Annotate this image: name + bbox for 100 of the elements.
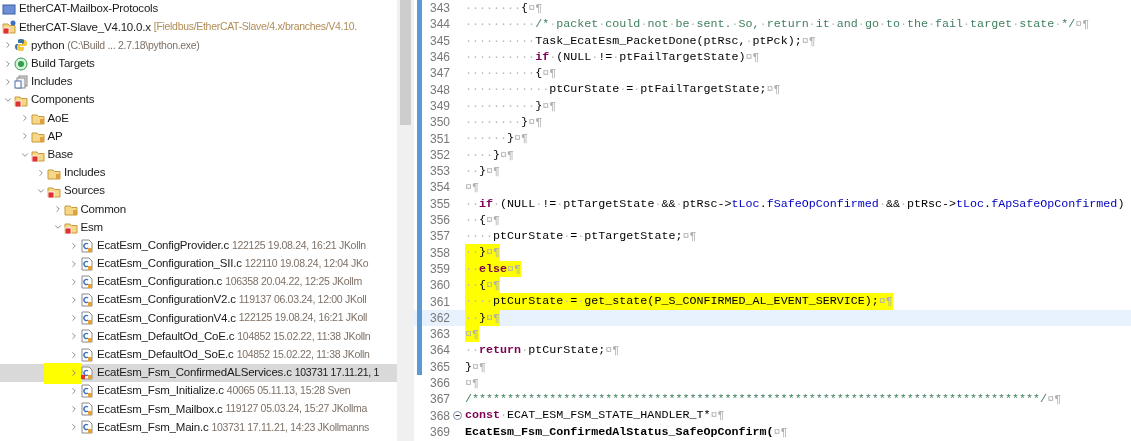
tree-item[interactable]: EcatEsm_ConfigProvider.c 122125 19.08.24, 16:21 JKolln — [0, 236, 397, 255]
chevron-right-icon[interactable] — [69, 367, 79, 378]
chevron-right-icon[interactable] — [69, 258, 79, 269]
target-icon — [14, 56, 28, 71]
line-number: 345 — [428, 32, 450, 50]
code-line: ··········/*·packet·could·not·be·sent.·So,·return·it·and·go·to·the·fail·target·state·*/¤¶ — [465, 16, 1090, 33]
tree-item[interactable]: python (C:\Build ... 2.7.18\python.exe) — [0, 36, 397, 55]
tree-item[interactable]: EcatEsm_Configuration.c 106358 20.04.22, 12:25 JKollm — [0, 272, 397, 291]
line-number: 343 — [428, 0, 450, 18]
code-line: ··if·(NULL·!=·ptTargetState·&&·ptRsc->tLoc.fSafeOpConfirmed·&&·ptRsc->tLoc.fApSafeOpConfirmed) — [465, 195, 1125, 212]
line-number: 353 — [428, 163, 450, 181]
chevron-right-icon[interactable] — [69, 295, 79, 306]
tree-item[interactable]: EcatEsm_Fsm_Main.c 103731 17.11.21, 14:23 JKollmanns — [0, 418, 397, 437]
file-icon — [80, 293, 94, 308]
chevron-right-icon[interactable] — [69, 313, 79, 324]
tree-item-label: EcatEsm_Fsm_Main.c — [97, 419, 209, 435]
code-line: ··}¤¶ — [465, 162, 501, 180]
line-number: 361 — [428, 293, 450, 311]
file-icon — [80, 329, 94, 344]
tree-item-label: Includes — [64, 165, 106, 181]
chevron-right-icon[interactable] — [3, 58, 13, 69]
chevron-right-icon[interactable] — [69, 386, 79, 397]
python-icon — [14, 38, 28, 53]
tree-item-label: python — [31, 37, 65, 53]
tree-item[interactable]: Base — [0, 145, 397, 164]
scrollbar[interactable] — [397, 0, 414, 441]
chevron-right-icon[interactable] — [69, 276, 79, 287]
tree-item[interactable]: Includes — [0, 163, 397, 182]
tree-item[interactable]: AP — [0, 127, 397, 146]
tree-item[interactable]: EcatEsm_ConfigurationV4.c 122125 19.08.24, 16:21 JKoll — [0, 309, 397, 328]
chevron-right-icon[interactable] — [69, 349, 79, 360]
chevron-right-icon[interactable] — [69, 404, 79, 415]
line-number: 366 — [428, 375, 450, 392]
tree-item[interactable]: EcatEsm_ConfigurationV2.c 119137 06.03.24, 12:00 JKoll — [0, 291, 397, 310]
line-number: 351 — [428, 130, 450, 148]
tree-item[interactable]: EtherCAT-Mailbox-Protocols — [0, 0, 397, 19]
code-line: ············ptCurState·=·ptFailTargetState;¤¶ — [465, 81, 781, 98]
tree-item[interactable]: Build Targets — [0, 54, 397, 73]
tree-item[interactable]: Includes — [0, 72, 397, 91]
line-number: 348 — [428, 81, 450, 99]
tree-item[interactable]: Common — [0, 200, 397, 219]
tree-item[interactable]: Esm — [0, 218, 397, 237]
tree-item-info: (C:\Build ... 2.7.18\python.exe) — [67, 37, 200, 53]
collapse-icon[interactable] — [453, 411, 462, 421]
tree-item-label: EcatEsm_Fsm_ConfirmedALServices.c — [97, 365, 292, 381]
line-number: 365 — [428, 358, 450, 376]
tree-item-label: Esm — [80, 219, 103, 235]
tree-item[interactable]: EcatEsm_Fsm_Mailbox.c 119127 05.03.24, 15:27 JKollma — [0, 400, 397, 419]
code-line: ····}¤¶ — [465, 146, 515, 163]
tree-item[interactable]: AoE — [0, 109, 397, 128]
chevron-right-icon[interactable] — [3, 76, 13, 87]
code-line: ··return·ptCurState;¤¶ — [465, 342, 620, 359]
tree-item[interactable]: EtherCAT-Slave_V4.10.0.x [Fieldbus/EtherCAT-Slave/4.x/branches/V4.10. — [0, 18, 397, 37]
line-number: 360 — [428, 277, 450, 295]
code-line: ······}¤¶ — [465, 130, 529, 147]
tree-item-label: EcatEsm_DefaultOd_CoE.c — [97, 328, 235, 344]
tree-item[interactable]: Components — [0, 90, 397, 110]
code-line: ··········}¤¶ — [465, 97, 557, 115]
tree-item[interactable]: EcatEsm_Fsm_ConfirmedALServices.c 103731 17.11.21, 1 — [0, 363, 397, 382]
tree-item-label: Build Targets — [31, 56, 95, 72]
line-number: 347 — [428, 65, 450, 83]
line-number: 355 — [428, 195, 450, 213]
chevron-right-icon[interactable] — [3, 40, 13, 51]
line-number: 359 — [428, 260, 450, 278]
file-icon — [80, 402, 94, 417]
project-icon — [2, 2, 16, 17]
includes-icon — [14, 74, 28, 89]
chevron-right-icon[interactable] — [69, 331, 79, 342]
line-number: 350 — [428, 114, 450, 132]
tree-item[interactable]: EcatEsm_DefaultOd_SoE.c 104852 15.02.22, 11:38 JKolln — [0, 345, 397, 364]
tree-item-info: 103731 17.11.21, 1 — [294, 364, 380, 380]
tree-item-label: AoE — [47, 110, 69, 126]
tree-item-info: 104852 15.02.22, 11:38 JKolln — [236, 346, 370, 362]
code-line: ··········if·(NULL·!=·ptFailTargetState)¤¶ — [465, 48, 760, 66]
code-line: ··········{¤¶ — [465, 65, 557, 82]
tree-item-info: 122125 19.08.24, 16:21 JKoll — [238, 310, 368, 326]
chevron-right-icon[interactable] — [69, 422, 79, 433]
tree-item[interactable]: EcatEsm_Fsm_Initialize.c 40065 05.11.13, 15:28 Sven — [0, 381, 397, 401]
code-line: EcatEsm_Fsm_ConfirmedAlStatus_SafeOpConfirm(¤¶ — [465, 423, 788, 440]
chevron-right-icon[interactable] — [69, 240, 79, 251]
tree-item-label: Includes — [31, 74, 73, 90]
tree-item[interactable]: Sources — [0, 181, 397, 201]
code-line: ····ptCurState·=·ptTargetState;¤¶ — [465, 228, 697, 245]
code-line: }¤¶ — [465, 358, 487, 375]
tree-item-label: Base — [47, 146, 73, 162]
code-line: ··{¤¶ — [465, 211, 501, 229]
tree-item-label: Sources — [64, 183, 105, 199]
tree-item-info: 40065 05.11.13, 15:28 Sven — [226, 383, 351, 399]
tree-item[interactable]: EcatEsm_Configuration_SII.c 122110 19.08.24, 12:04 JKo — [0, 254, 397, 273]
line-number: 357 — [428, 228, 450, 246]
tree-item[interactable]: EcatEsm_DefaultOd_CoE.c 104852 15.02.22, 11:38 JKolln — [0, 327, 397, 346]
code-line: ¤¶ — [465, 374, 480, 392]
line-number: 352 — [428, 146, 450, 164]
file-icon — [80, 311, 94, 326]
code-line: ········}¤¶ — [465, 114, 543, 131]
tree-item-info: 119127 05.03.24, 15:27 JKollma — [225, 401, 367, 417]
tree-item-label: EcatEsm_ConfigurationV4.c — [97, 310, 236, 326]
line-number: 346 — [428, 49, 450, 67]
chevron-right-icon[interactable] — [36, 167, 46, 178]
file-icon — [80, 274, 94, 289]
